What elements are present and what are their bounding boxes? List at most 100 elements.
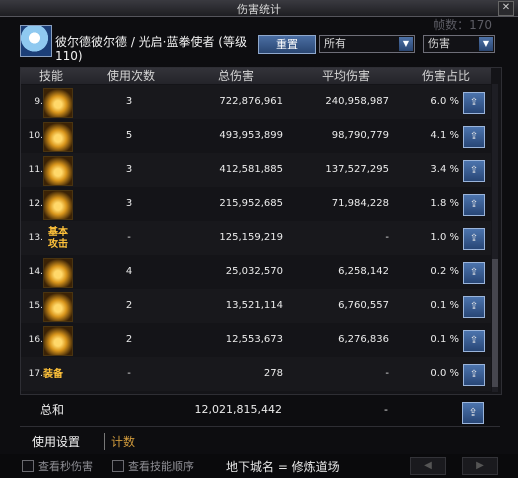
damage-table: 技能 使用次数 总伤害 平均伤害 伤害占比 9. 3 722,876,961 240,… [20,67,502,395]
basic-attack-icon: 基本 攻击 [43,222,73,252]
table-row: 16. 2 12,553,673 6,276,836 0.1 % ⇪ [21,323,491,357]
row-uses: 4 [125,266,133,277]
tab-count[interactable]: 计数 [104,433,135,450]
export-icon[interactable]: ⇪ [463,160,485,182]
table-row: 11. 3 412,581,885 137,527,295 3.4 % ⇪ [21,153,491,187]
row-avg: 137,527,295 [325,164,389,175]
row-pct: 0.2 % [430,266,459,277]
golden-streak-skill-icon [43,154,73,186]
table-header: 技能 使用次数 总伤害 平均伤害 伤害占比 [21,68,491,84]
golden-dash-skill-icon [43,256,73,288]
filter-type-value: 伤害 [428,37,450,50]
total-avg: - [384,403,388,416]
skill-icon-graphic [43,88,73,118]
filter-target-dropdown[interactable]: 所有 ▼ [319,35,415,53]
export-icon[interactable]: ⇪ [463,92,485,114]
golden-spin-skill-icon [43,86,73,118]
row-uses: 2 [125,334,133,345]
row-avg: 98,790,779 [331,130,389,141]
table-row: 9. 3 722,876,961 240,958,987 6.0 % ⇪ [21,85,491,119]
row-total: 12,553,673 [225,334,283,345]
skill-icon-graphic [43,190,73,220]
row-pct: 4.1 % [430,130,459,141]
row-pct: 0.0 % [430,368,459,379]
row-uses: - [127,368,131,379]
row-total: 125,159,219 [219,232,283,243]
export-icon[interactable]: ⇪ [463,262,485,284]
filter-type-dropdown[interactable]: 伤害 ▼ [423,35,495,53]
tab-usage-settings[interactable]: 使用设置 [32,433,80,450]
row-total: 278 [263,368,283,379]
scrollbar[interactable] [492,84,498,392]
equipment-icon: 装备 [43,358,73,388]
row-uses: 3 [125,198,133,209]
scroll-thumb[interactable] [492,259,498,387]
next-page-button[interactable]: ▶ [462,457,498,475]
export-icon[interactable]: ⇪ [463,330,485,352]
check-dps-checkbox[interactable] [22,460,34,472]
row-index: 17. [28,369,43,379]
frame-count: 帧数：170 [433,18,492,32]
total-damage: 12,021,815,442 [194,403,282,416]
bottom-bar: 查看秒伤害 查看技能顺序 地下城名 = 修炼道场 ◀ ▶ [0,454,518,478]
row-index: 16. [28,335,43,345]
golden-claw-skill-icon [43,120,73,152]
col-total: 总伤害 [217,69,254,83]
skill-icon-graphic [43,156,73,186]
row-uses: 3 [125,96,133,107]
export-icon[interactable]: ⇪ [462,402,484,424]
col-uses: 使用次数 [106,69,155,83]
row-uses: 2 [125,300,133,311]
export-icon[interactable]: ⇪ [463,364,485,386]
row-index: 15. [28,301,43,311]
total-label: 总和 [40,403,65,417]
window-title: 伤害统计 [237,3,281,16]
chevron-down-icon[interactable]: ▼ [399,37,413,51]
row-pct: 3.4 % [430,164,459,175]
character-name: 彼尔德彼尔德 / 光启·蓝拳使者 (等级110) [55,35,247,63]
row-index: 13. [28,233,43,243]
tab-bar: 使用设置 计数 [20,426,500,453]
export-icon[interactable]: ⇪ [463,296,485,318]
export-icon[interactable]: ⇪ [463,194,485,216]
row-pct: 1.0 % [430,232,459,243]
prev-page-button[interactable]: ◀ [410,457,446,475]
check-dps-label: 查看秒伤害 [38,460,93,473]
export-icon[interactable]: ⇪ [463,228,485,250]
col-avg: 平均伤害 [321,69,370,83]
skill-icon-graphic [43,258,73,288]
golden-burst-skill-icon [43,324,73,356]
avatar [20,25,52,57]
skill-icon-graphic [43,292,73,322]
row-avg: 6,258,142 [338,266,389,277]
skill-icon-label: 装备 [43,369,63,380]
close-icon[interactable]: ✕ [498,1,514,16]
table-row: 15. 2 13,521,114 6,760,557 0.1 % ⇪ [21,289,491,323]
row-uses: - [127,232,131,243]
col-skill: 技能 [38,69,63,83]
title-bar: 伤害统计 ✕ [0,0,518,17]
row-total: 412,581,885 [219,164,283,175]
row-avg: 6,760,557 [338,300,389,311]
check-order-label: 查看技能顺序 [128,460,194,473]
row-total: 215,952,685 [219,198,283,209]
table-row: 12. 3 215,952,685 71,984,228 1.8 % ⇪ [21,187,491,221]
reset-button[interactable]: 重置 [258,35,316,54]
row-index: 12. [28,199,43,209]
row-pct: 0.1 % [430,300,459,311]
row-uses: 3 [125,164,133,175]
export-icon[interactable]: ⇪ [463,126,485,148]
row-index: 11. [28,165,43,175]
row-avg: 71,984,228 [331,198,389,209]
skill-icon-label: 基本 攻击 [48,227,68,250]
dungeon-name: 地下城名 = 修炼道场 [226,460,340,474]
table-row: 14. 4 25,032,570 6,258,142 0.2 % ⇪ [21,255,491,289]
row-total: 493,953,899 [219,130,283,141]
row-total: 25,032,570 [225,266,283,277]
skill-icon-graphic [43,122,73,152]
row-avg: 6,276,836 [338,334,389,345]
skill-icon-graphic [43,326,73,356]
check-order-checkbox[interactable] [112,460,124,472]
row-pct: 0.1 % [430,334,459,345]
chevron-down-icon[interactable]: ▼ [479,37,493,51]
